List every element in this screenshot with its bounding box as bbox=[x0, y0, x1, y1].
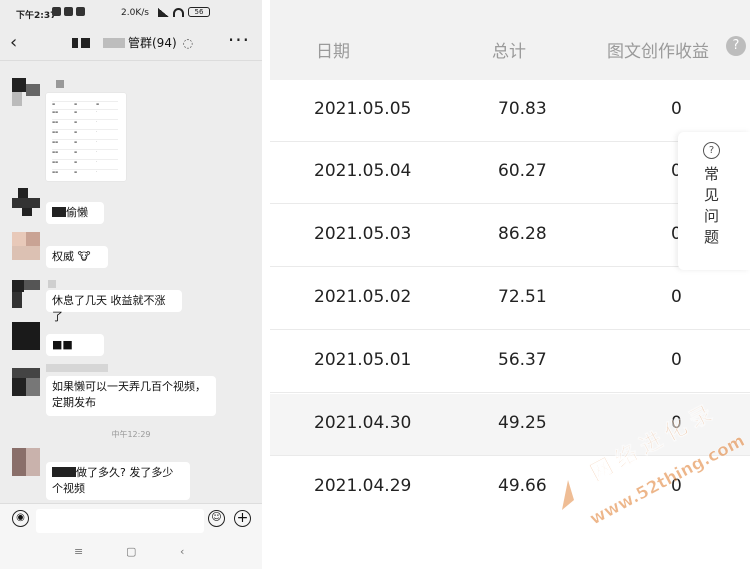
earnings-table-panel: 日期 总计 图文创作收益 ? 2021.05.05 70.83 0 2021.0… bbox=[270, 0, 750, 569]
cow-emoji-icon: 🐮 bbox=[77, 250, 91, 263]
cell-income: 0 bbox=[671, 350, 682, 370]
message-bubble[interactable]: 休息了几天 收益就不涨了 bbox=[46, 290, 182, 323]
cell-total: 49.25 bbox=[498, 413, 547, 433]
redacted-nickname bbox=[48, 280, 56, 288]
android-nav-bar: ≡ ▢ ‹ bbox=[0, 537, 262, 569]
header-total[interactable]: 总计 bbox=[492, 37, 526, 62]
cell-date: 2021.04.29 bbox=[314, 476, 412, 496]
signal-icon bbox=[158, 7, 169, 17]
avatar bbox=[12, 280, 40, 308]
table-header: 日期 总计 图文创作收益 ? bbox=[270, 0, 750, 80]
more-options-icon[interactable]: ··· bbox=[228, 28, 250, 52]
panel-divider bbox=[262, 0, 270, 569]
message-input[interactable] bbox=[36, 509, 204, 533]
faq-label: 常见问题 bbox=[704, 165, 720, 246]
battery-icon: 56 bbox=[188, 7, 210, 17]
message-bubble[interactable]: 偷懒 bbox=[46, 202, 104, 224]
table-row: 2021.05.01 56.37 0 bbox=[270, 331, 750, 393]
system-icons: 56 bbox=[158, 7, 210, 17]
faq-floating-button[interactable]: ? 常见问题 bbox=[678, 132, 750, 270]
message-bubble[interactable]: 权威 🐮 bbox=[46, 246, 108, 268]
message-bubble[interactable]: 做了多久? 发了多少个视频 bbox=[46, 462, 190, 500]
cell-income: 0 bbox=[671, 413, 682, 433]
chat-header: ‹ 管群(94) ◌ ··· bbox=[0, 24, 262, 61]
redacted-block bbox=[103, 37, 125, 48]
avatar bbox=[12, 368, 40, 396]
avatar bbox=[12, 322, 40, 350]
menu-icon[interactable]: ≡ bbox=[74, 545, 83, 558]
plus-icon[interactable]: + bbox=[234, 510, 251, 527]
notification-icons bbox=[52, 7, 85, 16]
cell-total: 60.27 bbox=[498, 161, 547, 181]
cell-total: 86.28 bbox=[498, 224, 547, 244]
question-icon: ? bbox=[703, 142, 720, 159]
cell-total: 49.66 bbox=[498, 476, 547, 496]
cell-income: 0 bbox=[671, 476, 682, 496]
message-bubble[interactable]: 如果懒可以一天弄几百个视频，定期发布 bbox=[46, 376, 216, 416]
cell-date: 2021.04.30 bbox=[314, 413, 412, 433]
redacted-nickname bbox=[56, 80, 64, 88]
table-row: 2021.04.30 49.25 0 bbox=[270, 394, 750, 456]
message-row: 做了多久? 发了多少个视频 bbox=[0, 448, 262, 504]
avatar bbox=[12, 78, 40, 106]
message-row bbox=[0, 78, 262, 188]
status-time: 下午2:37 bbox=[16, 11, 57, 21]
cell-date: 2021.05.05 bbox=[314, 99, 412, 119]
redacted-block bbox=[81, 37, 90, 48]
app-notification-icon bbox=[52, 7, 61, 16]
nav-back-icon[interactable]: ‹ bbox=[180, 545, 184, 558]
voice-input-icon[interactable]: ◉ bbox=[12, 510, 29, 527]
cell-total: 70.83 bbox=[498, 99, 547, 119]
message-row: 如果懒可以一天弄几百个视频，定期发布 bbox=[0, 362, 262, 422]
message-row: 休息了几天 收益就不涨了 bbox=[0, 280, 262, 323]
group-title: 管群(94) ◌ bbox=[72, 34, 193, 51]
image-message-thumbnail[interactable]: ▬ ▬ ▬ ▬▬ ▬ · ▬▬ ▬ · ▬▬ ▬ · ▬▬ ▬ · ▬▬ ▬ · ▬▬ ▬ · ▬▬ ▬ · bbox=[46, 93, 126, 181]
cell-date: 2021.05.04 bbox=[314, 161, 412, 181]
cell-income: 0 bbox=[671, 99, 682, 119]
tiktok-icon bbox=[64, 7, 73, 16]
table-row: 2021.04.29 49.66 0 bbox=[270, 457, 750, 519]
group-title-text: 管群(94) bbox=[128, 36, 177, 50]
message-row: 偷懒 bbox=[0, 188, 262, 228]
cell-date: 2021.05.03 bbox=[314, 224, 412, 244]
redacted-block bbox=[72, 37, 78, 48]
status-bar: 下午2:37 2.0K/s 56 bbox=[0, 0, 262, 24]
emoji-icon[interactable]: ☺ bbox=[208, 510, 225, 527]
avatar bbox=[12, 448, 40, 476]
message-row: 权威 🐮 bbox=[0, 232, 262, 272]
cell-income: 0 bbox=[671, 287, 682, 307]
message-icon bbox=[76, 7, 85, 16]
redacted-nickname bbox=[46, 364, 108, 372]
chat-screen: 下午2:37 2.0K/s 56 ‹ 管群(94) ◌ ··· ▬ ▬ ▬ ▬▬… bbox=[0, 0, 262, 569]
message-bubble[interactable]: ■■ bbox=[46, 334, 104, 356]
wifi-icon bbox=[173, 7, 184, 17]
input-bar: ◉ ☺ + bbox=[0, 503, 262, 538]
cell-total: 72.51 bbox=[498, 287, 547, 307]
info-icon[interactable]: ? bbox=[726, 36, 746, 56]
network-speed: 2.0K/s bbox=[121, 8, 149, 18]
chat-bubble-icon: ◌ bbox=[182, 35, 194, 50]
message-row: ■■ bbox=[0, 322, 262, 358]
avatar bbox=[12, 232, 40, 260]
avatar bbox=[12, 188, 40, 216]
header-income[interactable]: 图文创作收益 bbox=[607, 37, 709, 62]
table-row: 2021.05.05 70.83 0 bbox=[270, 80, 750, 142]
back-arrow-icon[interactable]: ‹ bbox=[10, 32, 17, 53]
cell-date: 2021.05.02 bbox=[314, 287, 412, 307]
cell-date: 2021.05.01 bbox=[314, 350, 412, 370]
table-row: 2021.05.02 72.51 0 bbox=[270, 268, 750, 330]
header-date[interactable]: 日期 bbox=[316, 37, 350, 62]
home-icon[interactable]: ▢ bbox=[126, 545, 136, 558]
message-timestamp: 中午12:29 bbox=[111, 430, 151, 439]
cell-total: 56.37 bbox=[498, 350, 547, 370]
